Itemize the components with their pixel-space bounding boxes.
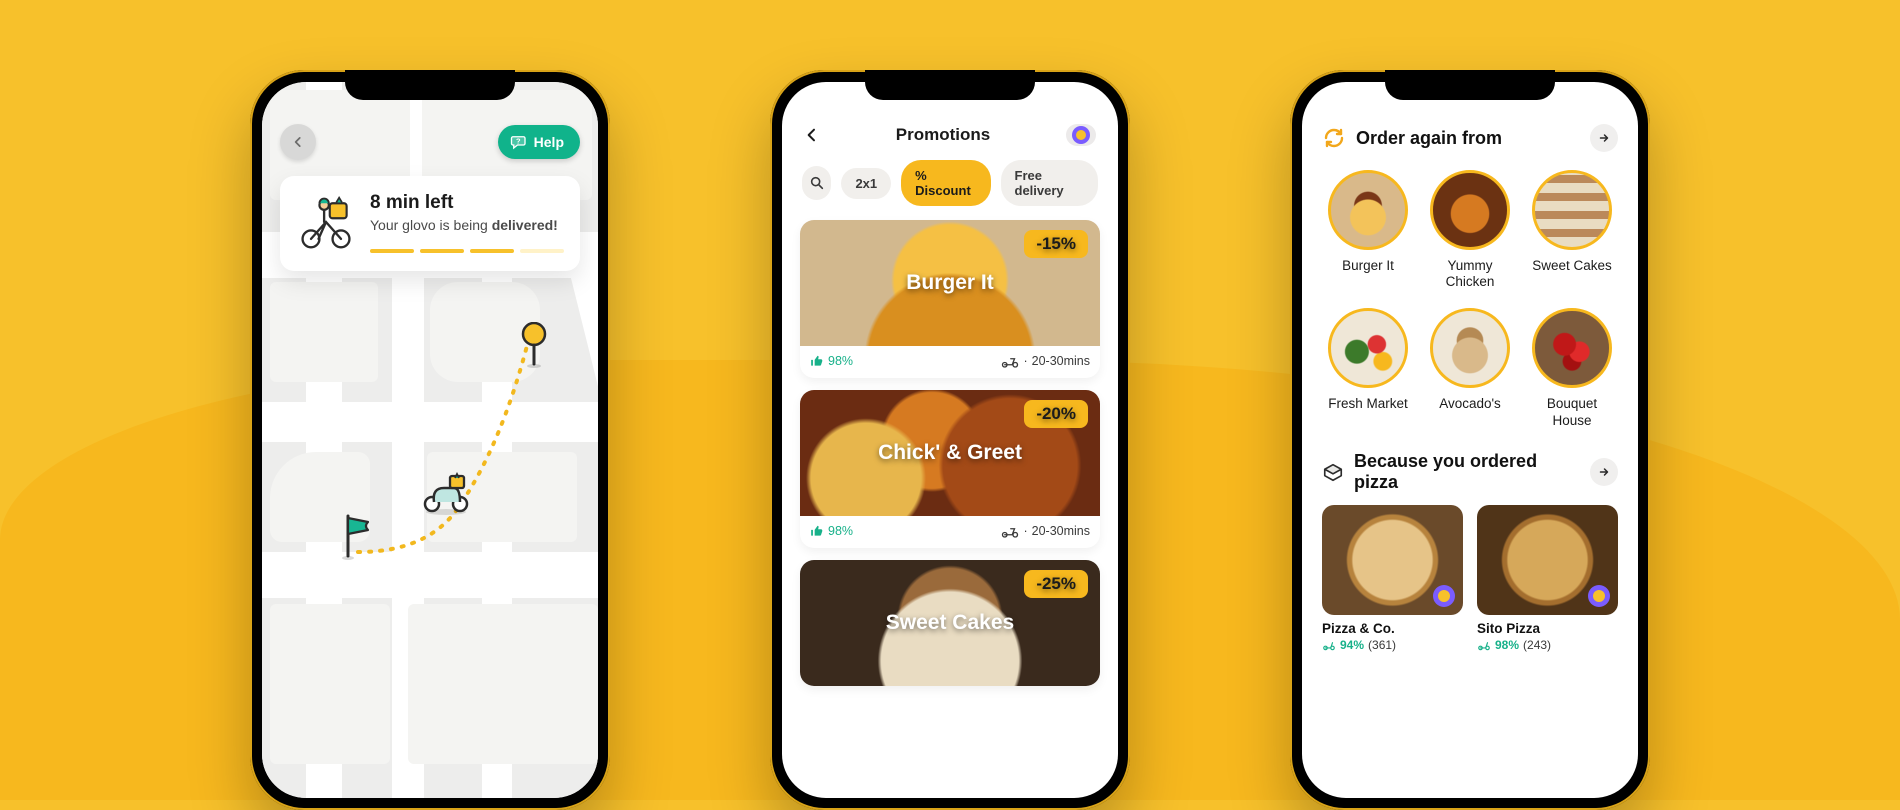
promo-card[interactable]: Sweet Cakes -25%	[800, 560, 1100, 686]
courier-bike-icon	[296, 192, 356, 252]
medal-icon	[1072, 126, 1090, 144]
store-name: Yummy Chicken	[1424, 258, 1516, 290]
thumbs-up-icon	[810, 524, 824, 538]
delivery-time: · 20-30mins	[1001, 354, 1090, 368]
store-avatar	[1430, 170, 1510, 250]
store-hero-image	[1322, 505, 1463, 615]
filter-chip-discount[interactable]: % Discount	[901, 160, 990, 206]
store-rating: 98% (243)	[1477, 638, 1618, 652]
svg-text:?: ?	[516, 137, 521, 146]
promo-store-name: Burger It	[906, 271, 994, 295]
delivery-bike-icon	[1322, 638, 1336, 652]
discount-badge: -15%	[1024, 230, 1088, 258]
arrow-right-icon	[1598, 466, 1610, 478]
promo-store-name: Chick' & Greet	[878, 441, 1022, 465]
delivery-status-text: Your glovo is being delivered!	[370, 216, 564, 235]
rewards-toggle[interactable]	[1066, 124, 1096, 146]
origin-flag-icon	[342, 512, 372, 562]
help-button[interactable]: ? Help	[498, 125, 580, 159]
courier-icon	[420, 472, 474, 516]
scooter-icon	[1001, 524, 1019, 538]
chevron-left-icon	[804, 127, 820, 143]
order-again-item[interactable]: Fresh Market	[1322, 308, 1414, 428]
section-title-order-again: Order again from	[1356, 128, 1580, 149]
store-name: Sito Pizza	[1477, 621, 1618, 636]
store-avatar	[1532, 170, 1612, 250]
discount-badge: -20%	[1024, 400, 1088, 428]
prime-badge-icon	[1588, 585, 1610, 607]
store-name: Burger It	[1342, 258, 1394, 290]
store-avatar	[1430, 308, 1510, 388]
chat-help-icon: ?	[510, 133, 528, 151]
promo-hero-image: Chick' & Greet -20%	[800, 390, 1100, 516]
delivery-progress	[370, 249, 564, 253]
scooter-icon	[1001, 354, 1019, 368]
thumbs-up-icon	[810, 354, 824, 368]
store-name: Fresh Market	[1328, 396, 1408, 428]
section-title-because: Because you ordered pizza	[1354, 451, 1580, 493]
store-avatar	[1532, 308, 1612, 388]
order-again-item[interactable]: Avocado's	[1424, 308, 1516, 428]
chevron-left-icon	[291, 135, 305, 149]
store-avatar	[1328, 170, 1408, 250]
search-icon	[809, 175, 825, 191]
rating: 98%	[810, 354, 853, 368]
store-name: Sweet Cakes	[1532, 258, 1612, 290]
store-avatar	[1328, 308, 1408, 388]
phone-promotions: Promotions 2x1 % Discount Free delivery …	[770, 70, 1130, 810]
promo-card[interactable]: Burger It -15% 98% · 20-30mins	[800, 220, 1100, 378]
arrow-right-icon	[1598, 132, 1610, 144]
pizza-box-icon	[1322, 461, 1344, 483]
refresh-icon	[1322, 126, 1346, 150]
rating: 98%	[810, 524, 853, 538]
destination-pin-icon	[520, 322, 548, 368]
store-rating: 94% (361)	[1322, 638, 1463, 652]
filter-chip-2x1[interactable]: 2x1	[841, 168, 891, 199]
discount-badge: -25%	[1024, 570, 1088, 598]
delivery-time: · 20-30mins	[1001, 524, 1090, 538]
phone-home-feed: Order again from Burger It Yummy Chicken	[1290, 70, 1650, 810]
delivery-status-card[interactable]: 8 min left Your glovo is being delivered…	[280, 176, 580, 271]
see-all-button[interactable]	[1590, 124, 1618, 152]
order-again-item[interactable]: Burger It	[1322, 170, 1414, 290]
store-name: Pizza & Co.	[1322, 621, 1463, 636]
search-button[interactable]	[802, 166, 831, 200]
back-button[interactable]	[280, 124, 316, 160]
see-all-button[interactable]	[1590, 458, 1618, 486]
prime-badge-icon	[1433, 585, 1455, 607]
delivery-eta: 8 min left	[370, 192, 564, 214]
phone-notch	[345, 70, 515, 100]
phone-tracking: ? Help 8 min left	[250, 70, 610, 810]
order-again-item[interactable]: Bouquet House	[1526, 308, 1618, 428]
recommendation-card[interactable]: Sito Pizza 98% (243)	[1477, 505, 1618, 652]
order-again-item[interactable]: Yummy Chicken	[1424, 170, 1516, 290]
filter-chips: 2x1 % Discount Free delivery	[782, 146, 1118, 216]
store-hero-image	[1477, 505, 1618, 615]
filter-chip-free-delivery[interactable]: Free delivery	[1001, 160, 1099, 206]
delivery-bike-icon	[1477, 638, 1491, 652]
page-title: Promotions	[896, 125, 990, 145]
phone-notch	[1385, 70, 1555, 100]
promo-hero-image: Burger It -15%	[800, 220, 1100, 346]
store-name: Avocado's	[1439, 396, 1501, 428]
store-name: Bouquet House	[1526, 396, 1618, 428]
help-label: Help	[534, 134, 564, 150]
order-again-item[interactable]: Sweet Cakes	[1526, 170, 1618, 290]
promo-store-name: Sweet Cakes	[886, 611, 1014, 635]
promo-hero-image: Sweet Cakes -25%	[800, 560, 1100, 686]
back-button[interactable]	[804, 127, 820, 143]
phone-notch	[865, 70, 1035, 100]
promo-card[interactable]: Chick' & Greet -20% 98% · 20-30mins	[800, 390, 1100, 548]
recommendation-card[interactable]: Pizza & Co. 94% (361)	[1322, 505, 1463, 652]
